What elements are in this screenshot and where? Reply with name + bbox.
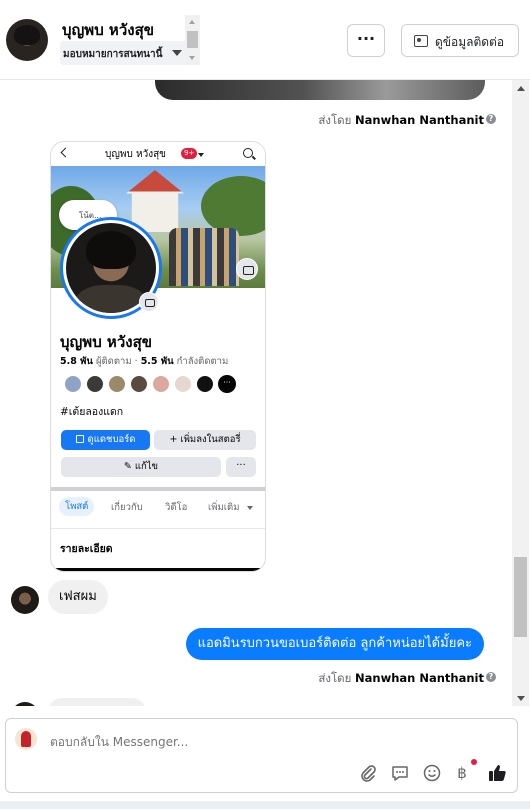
scroll-up-arrow-icon[interactable] (517, 86, 525, 91)
profile-title: บุญพบ หวังสุข (105, 149, 167, 160)
screenshot-bottom-edge (51, 568, 265, 571)
dashboard-button: ดูแดชบอร์ด (61, 430, 150, 450)
smiley-icon[interactable] (422, 763, 442, 783)
chat-bubble-icon[interactable] (390, 763, 410, 783)
friend-avatar (86, 375, 104, 393)
followers-label: ผู้ติดตาม (95, 356, 132, 367)
scrollbar-thumb[interactable] (514, 557, 527, 637)
caret-down-icon (172, 50, 182, 56)
paperclip-icon[interactable] (358, 763, 378, 783)
sent-by-label: ส่งโดย Nanwhan Nanthanit (318, 112, 484, 130)
notification-dot (471, 759, 477, 765)
profile-name: บุญพบ หวังสุข (60, 333, 152, 351)
page-avatar (15, 728, 37, 750)
following-count: 5.5 พัน (140, 356, 174, 367)
camera-icon (236, 258, 258, 280)
baht-icon[interactable]: ฿ (452, 763, 472, 783)
friend-avatar (196, 375, 214, 393)
outgoing-message-bubble[interactable]: แอดมินรบกวนขอเบอร์ติดต่อ ลูกค้าหน่อยได้ม… (185, 628, 484, 660)
chat-bubble-glyph (392, 766, 408, 781)
dropdown-scrollbar[interactable] (185, 15, 200, 65)
thumbs-up-glyph (489, 765, 506, 781)
profile-top-bar: บุญพบ หวังสุข 9+ (51, 142, 265, 166)
assign-label: มอบหมายการสนทนานี้ (63, 49, 163, 60)
reply-composer[interactable]: ฿ (5, 718, 518, 793)
contact-avatar-small[interactable] (11, 702, 39, 706)
section-divider (51, 528, 265, 529)
camera-icon (139, 292, 159, 312)
search-icon (243, 148, 253, 158)
message-thread: ส่งโดย Nanwhan Nanthanit ? บุญพบ หวังสุข… (0, 80, 512, 706)
scroll-up-arrow-icon[interactable] (189, 20, 195, 24)
contact-card-icon (414, 35, 428, 47)
following-label: กำลังติดตาม (176, 356, 229, 367)
sent-by-prefix: ส่งโดย (318, 113, 352, 127)
friend-avatar (108, 375, 126, 393)
smiley-glyph (423, 764, 441, 782)
caret-down-icon (247, 506, 253, 510)
tab-more: เพิ่มเติม (208, 502, 240, 513)
info-icon[interactable]: ? (486, 672, 496, 682)
friend-avatar (64, 375, 82, 393)
tab-videos: วิดีโอ (165, 502, 188, 513)
contact-avatar[interactable] (6, 19, 48, 61)
tab-posts: โพสต์ (59, 497, 95, 516)
tab-about: เกี่ยวกับ (111, 502, 143, 513)
followers-count: 5.8 พัน (60, 356, 93, 367)
scroll-down-arrow-icon[interactable] (517, 696, 525, 701)
dashboard-label: ดูแดชบอร์ด (87, 434, 136, 445)
previous-image-message[interactable] (155, 80, 485, 100)
section-divider (51, 487, 265, 491)
scroll-down-arrow-icon[interactable] (189, 56, 195, 60)
sender-name: Nanwhan Nanthanit (355, 113, 484, 127)
conversation-header: บุญพบ หวังสุข มอบหมายการสนทนานี้ ··· ดูข… (0, 0, 530, 80)
group-photo (169, 228, 239, 286)
profile-bio: #เต้ยลองแดก (60, 406, 124, 418)
incoming-message-bubble[interactable]: เฟสผม (48, 580, 108, 614)
follow-stats: 5.8 พัน ผู้ติดตาม · 5.5 พัน กำลังติดตาม (60, 354, 228, 369)
details-heading: รายละเอียด (60, 543, 113, 555)
more-options-button[interactable]: ··· (347, 24, 385, 57)
notification-badge: 9+ (181, 148, 198, 159)
bottom-strip (0, 801, 530, 809)
friend-avatar (130, 375, 148, 393)
incoming-message-bubble[interactable] (48, 698, 146, 706)
friend-avatar (174, 375, 192, 393)
sent-by-label: ส่งโดย Nanwhan Nanthanit (318, 670, 484, 688)
back-arrow-icon (60, 147, 71, 158)
add-to-story-button: + เพิ่มลงในสตอรี่ (154, 430, 256, 450)
view-contact-info-label: ดูข้อมูลติดต่อ (435, 35, 505, 49)
assign-conversation-dropdown[interactable]: มอบหมายการสนทนานี้ (60, 41, 200, 65)
friend-avatar (152, 375, 170, 393)
sent-by-prefix: ส่งโดย (318, 671, 352, 685)
dashboard-icon (75, 435, 84, 443)
contact-avatar-small[interactable] (11, 586, 39, 614)
profile-tabs: โพสต์ เกี่ยวกับ วิดีโอ เพิ่มเติม (51, 497, 265, 521)
info-icon[interactable]: ? (486, 114, 496, 124)
contact-name[interactable]: บุญพบ หวังสุข (62, 18, 154, 42)
scrollbar-thumb[interactable] (187, 31, 198, 48)
paperclip-glyph (361, 765, 376, 782)
thumbs-up-icon[interactable] (487, 763, 507, 783)
tree-shape (201, 176, 265, 236)
caret-down-icon (198, 153, 204, 157)
profile-more-button: ··· (226, 457, 256, 477)
reply-input[interactable] (50, 735, 350, 749)
thread-scrollbar[interactable] (512, 80, 529, 706)
view-contact-info-button[interactable]: ดูข้อมูลติดต่อ (401, 24, 519, 57)
screenshot-image-message[interactable]: บุญพบ หวังสุข 9+ โน้ต... บุญพบ หวังสุข 5… (50, 141, 266, 572)
sender-name: Nanwhan Nanthanit (355, 671, 484, 685)
edit-profile-button: ✎ แก้ไข (61, 457, 221, 477)
more-friends-icon: ··· (218, 375, 236, 393)
